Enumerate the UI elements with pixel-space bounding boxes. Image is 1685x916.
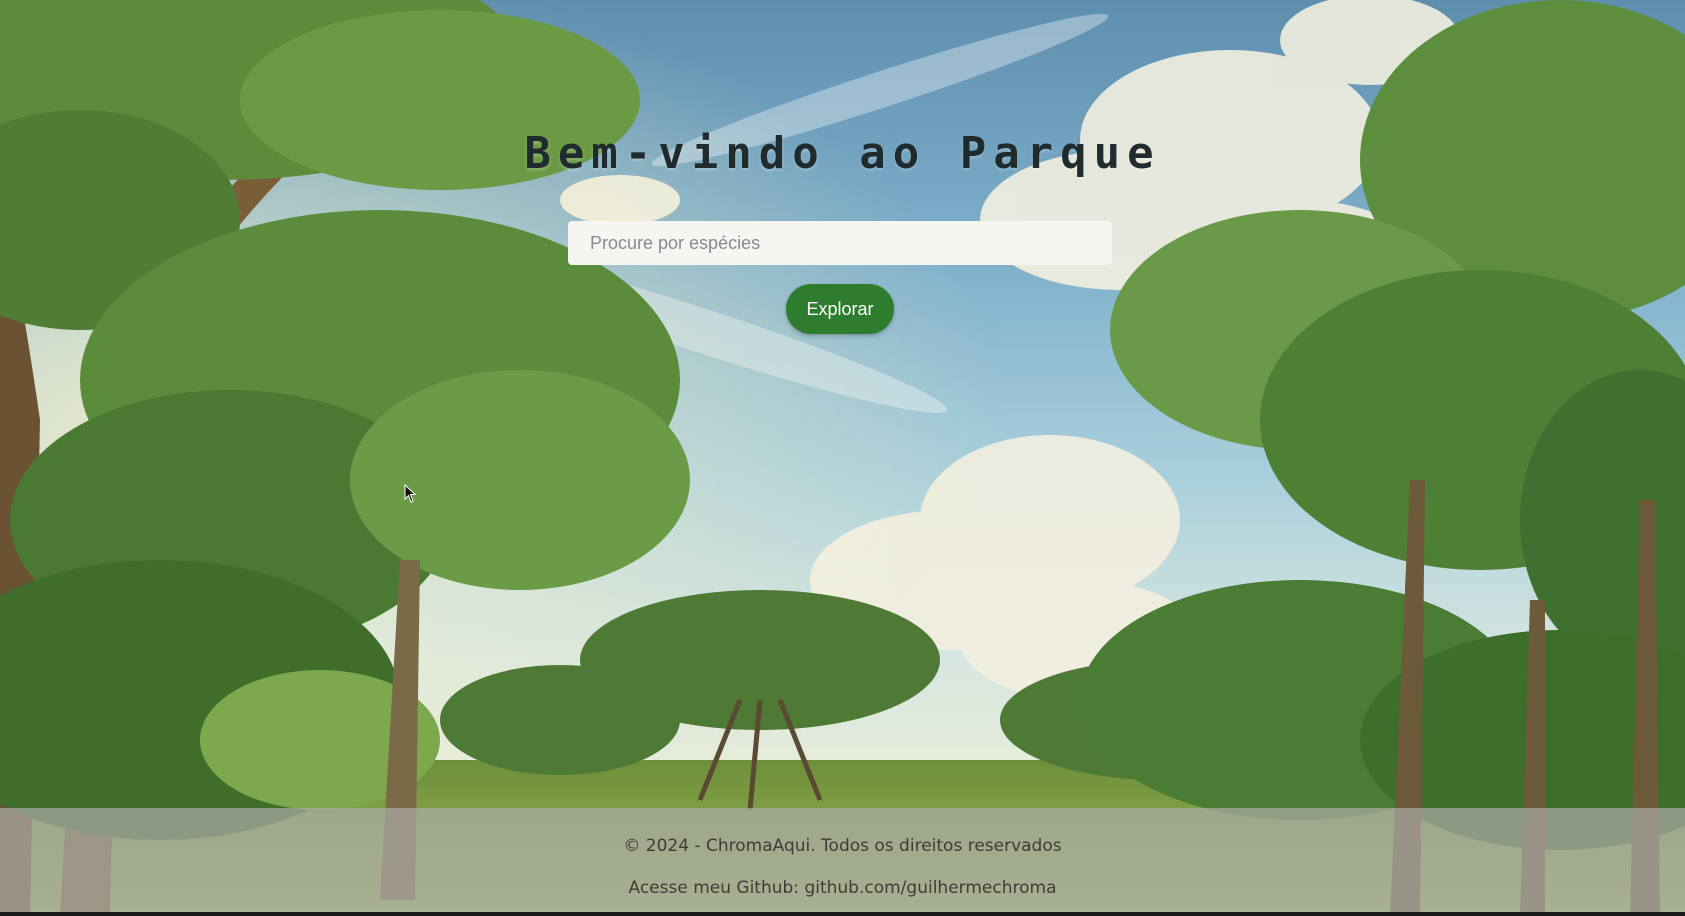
mouse-pointer-icon — [404, 484, 417, 503]
github-link[interactable]: github.com/guilhermechroma — [804, 878, 1056, 898]
hero-section: Bem-vindo ao Parque Explorar — [0, 0, 1685, 808]
footer-github-line: Acesse meu Github: github.com/guilhermec… — [0, 878, 1685, 898]
page: Bem-vindo ao Parque Explorar © 2024 - Ch… — [0, 0, 1685, 916]
window-bottom-edge — [0, 912, 1685, 916]
footer-github-prefix: Acesse meu Github: — [628, 878, 805, 898]
explore-button[interactable]: Explorar — [786, 284, 894, 334]
footer: © 2024 - ChromaAqui. Todos os direitos r… — [0, 808, 1685, 916]
page-title: Bem-vindo ao Parque — [524, 128, 1161, 179]
species-search-input[interactable] — [568, 221, 1112, 265]
footer-copyright: © 2024 - ChromaAqui. Todos os direitos r… — [623, 836, 1062, 856]
